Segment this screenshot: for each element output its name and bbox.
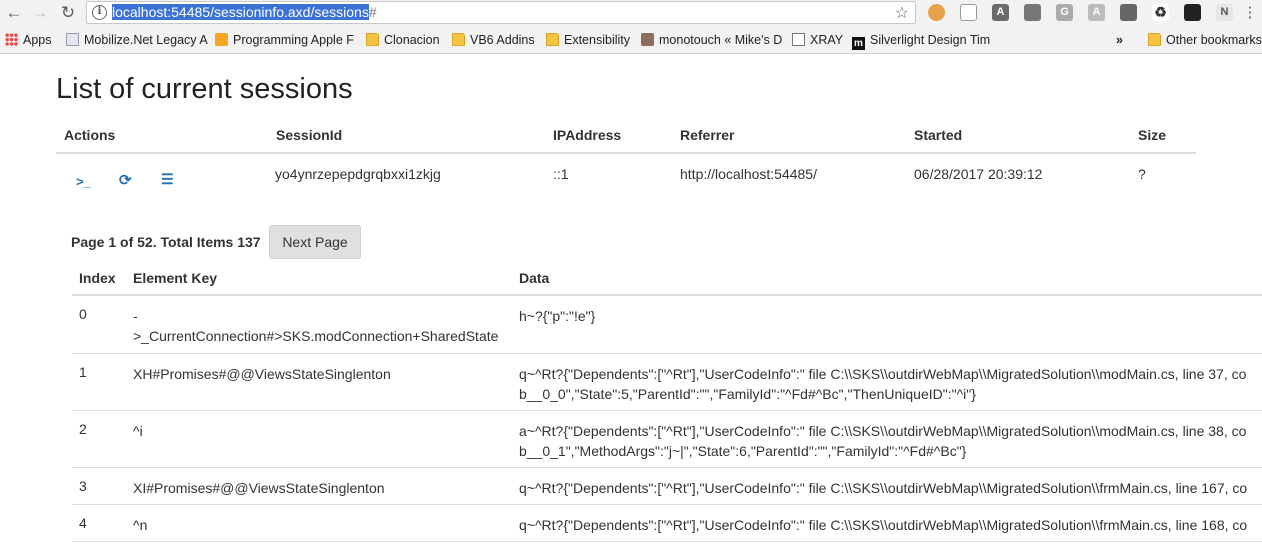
row-key-line: - bbox=[133, 308, 138, 324]
header-data: Data bbox=[519, 270, 550, 286]
row-index: 3 bbox=[79, 478, 87, 494]
next-page-button[interactable]: Next Page bbox=[269, 225, 361, 259]
notion-extension-icon[interactable]: N bbox=[1216, 4, 1233, 21]
pocket-extension-icon[interactable] bbox=[1024, 4, 1041, 21]
url-selected: localhost:54485/sessioninfo.axd/sessions bbox=[112, 4, 369, 20]
list-icon[interactable]: ☰ bbox=[161, 171, 174, 188]
session-started: 06/28/2017 20:39:12 bbox=[914, 166, 1043, 182]
session-id: yo4ynrzepepdgrqbxxi1zkjg bbox=[275, 166, 441, 182]
table-row: 3 XI#Promises#@@ViewsStateSinglenton q~^… bbox=[72, 468, 1262, 505]
row-data: q~^Rt?{"Dependents":["^Rt"],"UserCodeInf… bbox=[519, 364, 1262, 404]
bookmarks-bar: Apps Mobilize.Net Legacy A Programming A… bbox=[0, 26, 1262, 54]
row-index: 2 bbox=[79, 421, 87, 437]
url-hash: # bbox=[368, 4, 377, 20]
bookmark-silverlight[interactable]: m Silverlight Design Tim bbox=[852, 31, 990, 50]
row-key-line: >_CurrentConnection#>SKS.modConnection+S… bbox=[133, 328, 499, 344]
refresh-icon[interactable]: ⟳ bbox=[119, 171, 132, 189]
browser-toolbar: ← → ↻ i localhost:54485/sessioninfo.axd/… bbox=[0, 0, 1262, 26]
star-icon[interactable]: ☆ bbox=[895, 3, 909, 23]
terminal-extension-icon[interactable] bbox=[1184, 4, 1201, 21]
avatar-icon bbox=[641, 33, 654, 46]
session-ip: ::1 bbox=[553, 166, 569, 182]
bookmark-xray[interactable]: XRAY bbox=[792, 31, 843, 49]
sessions-table-header: Actions SessionId IPAddress Referrer Sta… bbox=[56, 117, 1196, 154]
row-data: a~^Rt?{"Dependents":["^Rt"],"UserCodeInf… bbox=[519, 421, 1262, 461]
bookmark-programming-apple[interactable]: Programming Apple F bbox=[215, 31, 354, 49]
bookmarks-overflow[interactable]: » bbox=[1116, 31, 1123, 49]
header-index: Index bbox=[79, 270, 116, 286]
angular-extension-icon[interactable]: A bbox=[992, 4, 1009, 21]
recycle-extension-icon[interactable]: ♻ bbox=[1152, 4, 1169, 21]
header-started: Started bbox=[914, 127, 963, 143]
row-data: q~^Rt?{"Dependents":["^Rt"],"UserCodeInf… bbox=[519, 478, 1262, 498]
header-referrer: Referrer bbox=[680, 127, 735, 143]
table-row: 0 - >_CurrentConnection#>SKS.modConnectio… bbox=[72, 296, 1262, 354]
folder-icon bbox=[1148, 33, 1161, 46]
bookmark-monotouch[interactable]: monotouch « Mike's D bbox=[641, 31, 782, 49]
header-actions: Actions bbox=[64, 127, 116, 143]
terminal-icon[interactable]: >_ bbox=[76, 174, 91, 189]
m-logo-icon: m bbox=[852, 37, 865, 50]
row-data-line: b__0_1","MethodArgs":"j~|","State":6,"Pa… bbox=[519, 443, 967, 459]
header-ipaddress: IPAddress bbox=[553, 127, 622, 143]
row-data-line: b__0_0","State":5,"ParentId":"","FamilyI… bbox=[519, 386, 976, 402]
row-key: ^i bbox=[133, 423, 143, 439]
session-row: >_ ⟳ ☰ yo4ynrzepepdgrqbxxi1zkjg ::1 http… bbox=[56, 156, 1196, 196]
session-referrer: http://localhost:54485/ bbox=[680, 166, 817, 182]
apps-grid-icon bbox=[5, 33, 18, 46]
angular-light-extension-icon[interactable]: A bbox=[1088, 4, 1105, 21]
row-key: XI#Promises#@@ViewsStateSinglenton bbox=[133, 480, 385, 496]
bookmark-apps[interactable]: Apps bbox=[5, 31, 52, 49]
row-data-line: q~^Rt?{"Dependents":["^Rt"],"UserCodeInf… bbox=[519, 517, 1248, 533]
row-index: 1 bbox=[79, 364, 87, 380]
address-bar[interactable]: i localhost:54485/sessioninfo.axd/sessio… bbox=[86, 1, 916, 24]
reload-icon[interactable]: ↻ bbox=[58, 3, 78, 23]
pager-text: Page 1 of 52. Total Items 137 bbox=[71, 234, 261, 250]
folder-icon bbox=[366, 33, 379, 46]
row-data-line: q~^Rt?{"Dependents":["^Rt"],"UserCodeInf… bbox=[519, 480, 1248, 496]
header-element-key: Element Key bbox=[133, 270, 218, 286]
header-sessionid: SessionId bbox=[276, 127, 343, 143]
info-icon[interactable]: i bbox=[92, 5, 107, 20]
header-size: Size bbox=[1138, 127, 1167, 143]
folder-icon bbox=[546, 33, 559, 46]
cookie-extension-icon[interactable] bbox=[928, 4, 945, 21]
row-key: XH#Promises#@@ViewsStateSinglenton bbox=[133, 366, 391, 382]
row-index: 4 bbox=[79, 515, 87, 531]
menu-kebab-icon[interactable]: ⋮ bbox=[1240, 3, 1260, 23]
page-title: List of current sessions bbox=[56, 73, 353, 105]
row-index: 0 bbox=[79, 306, 87, 322]
row-data-line: h~?{"p":"!e"} bbox=[519, 308, 596, 324]
row-data-line: q~^Rt?{"Dependents":["^Rt"],"UserCodeInf… bbox=[519, 366, 1247, 382]
bookmark-extensibility[interactable]: Extensibility bbox=[546, 31, 630, 49]
bookmark-vb6-addins[interactable]: VB6 Addins bbox=[452, 31, 535, 49]
table-row: 1 XH#Promises#@@ViewsStateSinglenton q~^… bbox=[72, 354, 1262, 411]
table-row: 4 ^n q~^Rt?{"Dependents":["^Rt"],"UserCo… bbox=[72, 505, 1262, 542]
bookmark-other[interactable]: Other bookmarks bbox=[1148, 31, 1262, 49]
row-data: q~^Rt?{"Dependents":["^Rt"],"UserCodeInf… bbox=[519, 515, 1262, 535]
forward-arrow-icon[interactable]: → bbox=[30, 3, 50, 23]
url-text[interactable]: localhost:54485/sessioninfo.axd/sessions… bbox=[112, 4, 377, 21]
row-key: ^n bbox=[133, 517, 148, 533]
items-table-header: Index Element Key Data bbox=[72, 261, 1262, 296]
row-data: h~?{"p":"!e"} bbox=[519, 306, 1262, 326]
page-icon bbox=[66, 33, 79, 46]
row-key: - >_CurrentConnection#>SKS.modConnection+… bbox=[133, 306, 513, 346]
page-content: List of current sessions Actions Session… bbox=[0, 55, 1262, 545]
square-extension-icon[interactable] bbox=[1120, 4, 1137, 21]
table-row: 2 ^i a~^Rt?{"Dependents":["^Rt"],"UserCo… bbox=[72, 411, 1262, 468]
bookmark-clonacion[interactable]: Clonacion bbox=[366, 31, 440, 49]
bookmark-mobilize[interactable]: Mobilize.Net Legacy A bbox=[66, 31, 208, 49]
puzzle-extension-icon[interactable] bbox=[960, 4, 977, 21]
folder-icon bbox=[452, 33, 465, 46]
g-extension-icon[interactable]: G bbox=[1056, 4, 1073, 21]
session-size: ? bbox=[1138, 166, 1146, 182]
page-icon bbox=[792, 33, 805, 46]
bookmark-logo-icon bbox=[215, 33, 228, 46]
back-arrow-icon[interactable]: ← bbox=[4, 3, 24, 23]
row-data-line: a~^Rt?{"Dependents":["^Rt"],"UserCodeInf… bbox=[519, 423, 1247, 439]
